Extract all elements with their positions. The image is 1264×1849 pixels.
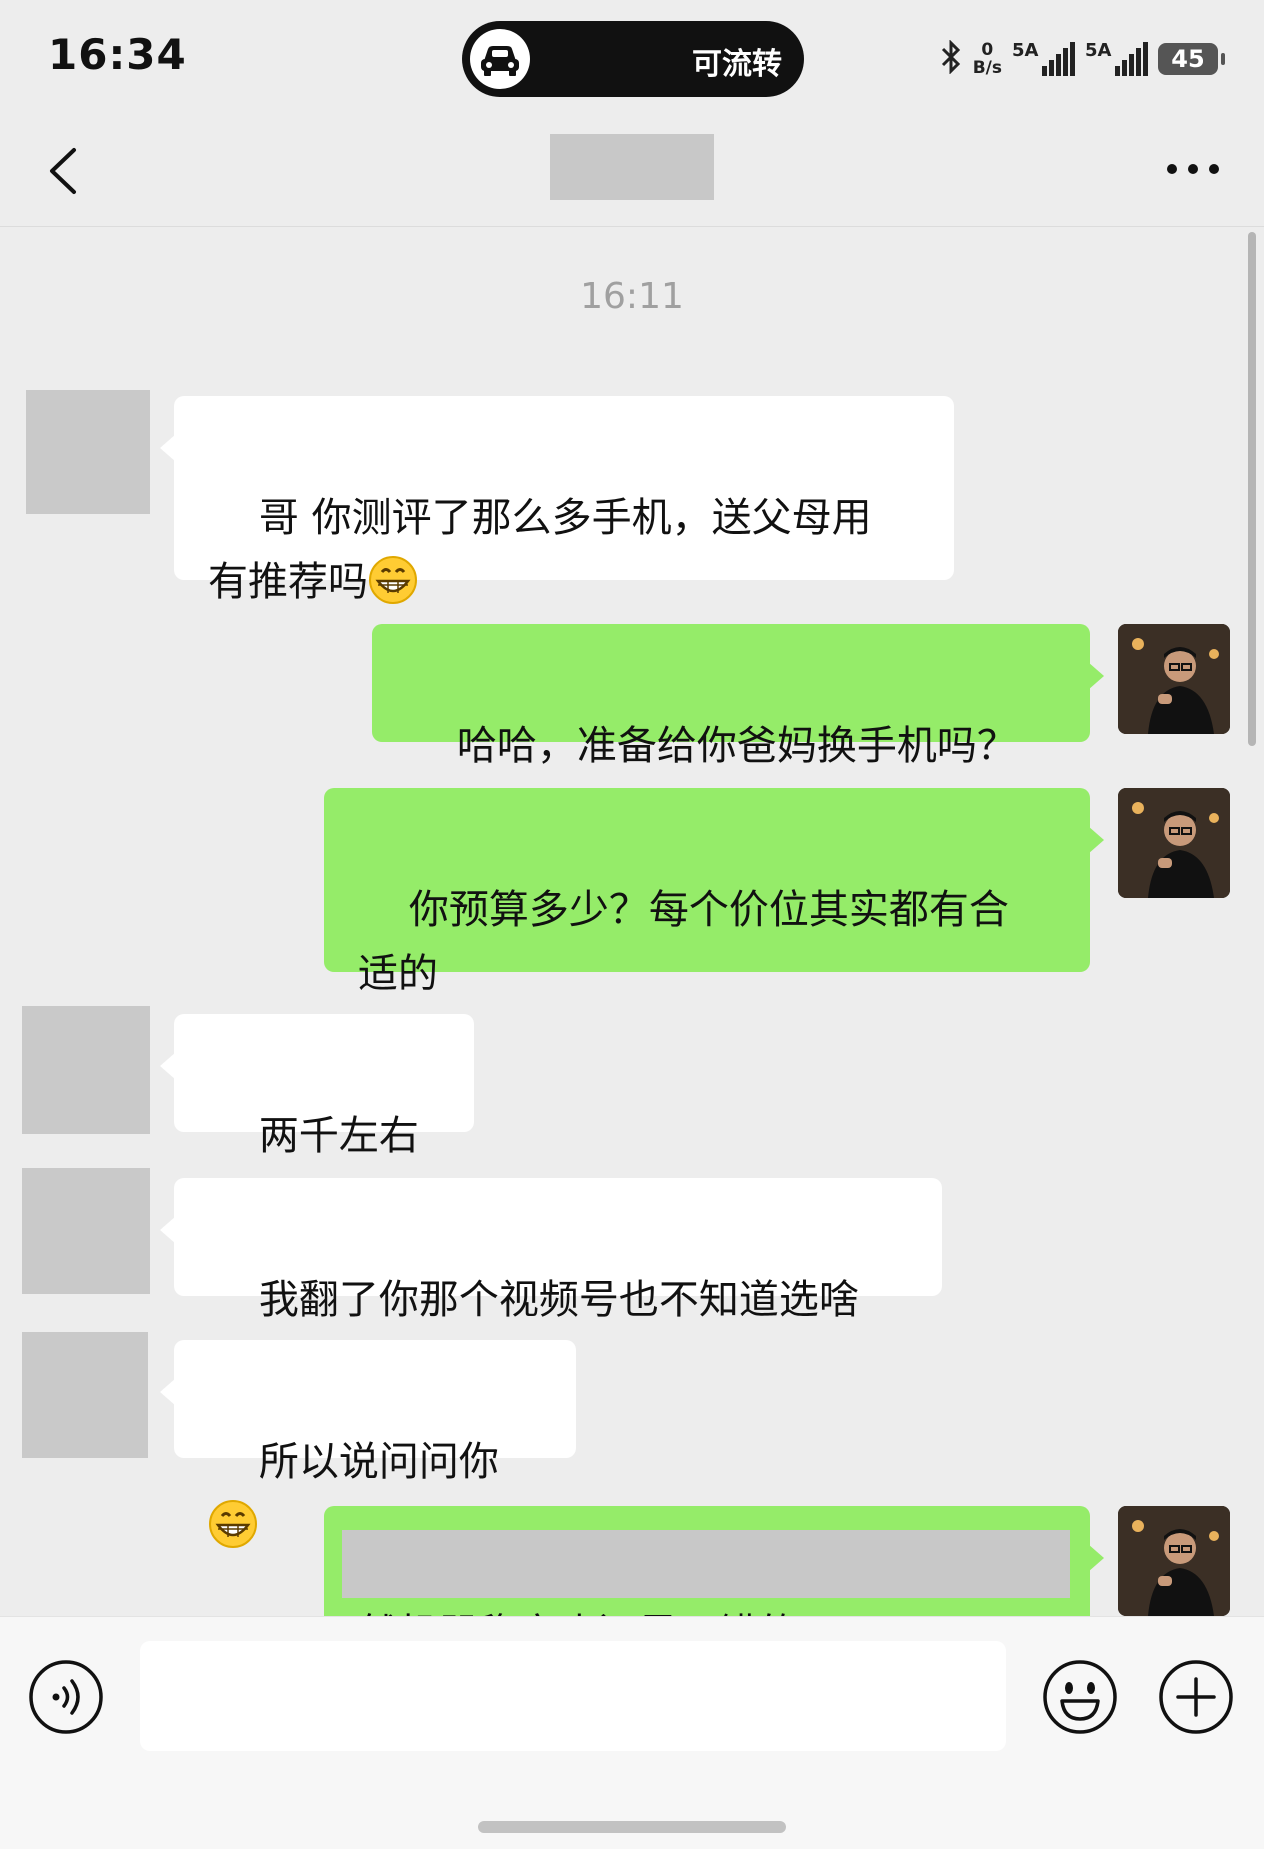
back-button[interactable]: [40, 138, 100, 204]
signal-2-icon: 5A: [1085, 40, 1148, 76]
scrollbar[interactable]: [1248, 232, 1256, 746]
message-input[interactable]: [140, 1641, 1006, 1751]
message-text: 所以说问问你: [258, 1439, 499, 1485]
emoji-button[interactable]: [1042, 1659, 1118, 1735]
contact-avatar[interactable]: [22, 1006, 150, 1134]
contact-avatar[interactable]: [22, 1168, 150, 1294]
redacted-text: [342, 1530, 1070, 1598]
message-text: 然机器稳定也还是不错的: [358, 1602, 798, 1616]
smiley-icon: [1043, 1660, 1117, 1734]
bluetooth-icon: [939, 38, 963, 79]
message-list[interactable]: 16:11 哥 你测评了那么多手机，送父母用有推荐吗 哈哈，准备给你爸妈换手机吗…: [0, 226, 1264, 1616]
avatar-photo: [1118, 788, 1230, 898]
my-avatar[interactable]: [1118, 1506, 1230, 1616]
avatar-photo: [1118, 1506, 1230, 1616]
more-actions-button[interactable]: [1158, 1659, 1234, 1735]
grin-emoji-icon: [369, 556, 417, 604]
avatar-photo: [1118, 624, 1230, 734]
status-time: 16:34: [48, 30, 187, 79]
signal-1-icon: 5A: [1012, 40, 1075, 76]
grin-emoji-icon: [209, 1500, 257, 1548]
message-text: 有推荐吗: [208, 559, 368, 605]
outgoing-message-bubble[interactable]: 你预算多少？每个价位其实都有合适的: [324, 788, 1104, 997]
message-text: 我翻了你那个视频号也不知道选啥: [258, 1277, 859, 1323]
home-indicator[interactable]: [478, 1821, 786, 1833]
chat-header: [0, 118, 1264, 227]
status-bar: 16:34 可流转 0 B/s 5A 5A 45: [0, 0, 1264, 118]
message-timestamp: 16:11: [580, 276, 684, 317]
incoming-message-bubble[interactable]: 哥 你测评了那么多手机，送父母用有推荐吗: [160, 396, 954, 605]
plus-icon: [1159, 1660, 1233, 1734]
message-text: 适的: [358, 951, 438, 997]
more-options-button[interactable]: [1158, 144, 1228, 194]
input-bar: [0, 1616, 1264, 1849]
contact-name-redacted: [550, 134, 714, 200]
incoming-message-bubble[interactable]: 所以说问问你: [160, 1340, 576, 1548]
incoming-message-bubble[interactable]: 我翻了你那个视频号也不知道选啥: [160, 1178, 942, 1323]
voice-input-button[interactable]: [28, 1659, 104, 1735]
dynamic-island[interactable]: 可流转: [462, 21, 804, 97]
outgoing-message-bubble[interactable]: 哈哈，准备给你爸妈换手机吗？: [372, 624, 1104, 769]
island-label: 可流转: [692, 47, 782, 82]
message-text: 哈哈，准备给你爸妈换手机吗？: [456, 723, 1017, 769]
my-avatar[interactable]: [1118, 624, 1230, 734]
network-speed: 0 B/s: [972, 40, 1002, 78]
car-icon: [470, 29, 530, 89]
message-text: 你预算多少？每个价位其实都有合: [408, 887, 1009, 933]
incoming-message-bubble[interactable]: 两千左右吧: [160, 1014, 474, 1223]
voice-icon: [29, 1660, 103, 1734]
contact-avatar[interactable]: [26, 390, 150, 514]
status-icons: 0 B/s 5A 5A 45: [939, 38, 1225, 80]
outgoing-message-bubble[interactable]: 然机器稳定也还是不错的: [324, 1506, 1104, 1616]
contact-avatar[interactable]: [22, 1332, 148, 1458]
message-text: 哥 你测评了那么多手机，送父母用: [258, 495, 872, 541]
my-avatar[interactable]: [1118, 788, 1230, 898]
more-dots-icon: [1167, 164, 1219, 174]
battery-indicator: 45: [1158, 43, 1225, 75]
chevron-left-icon: [50, 148, 76, 194]
